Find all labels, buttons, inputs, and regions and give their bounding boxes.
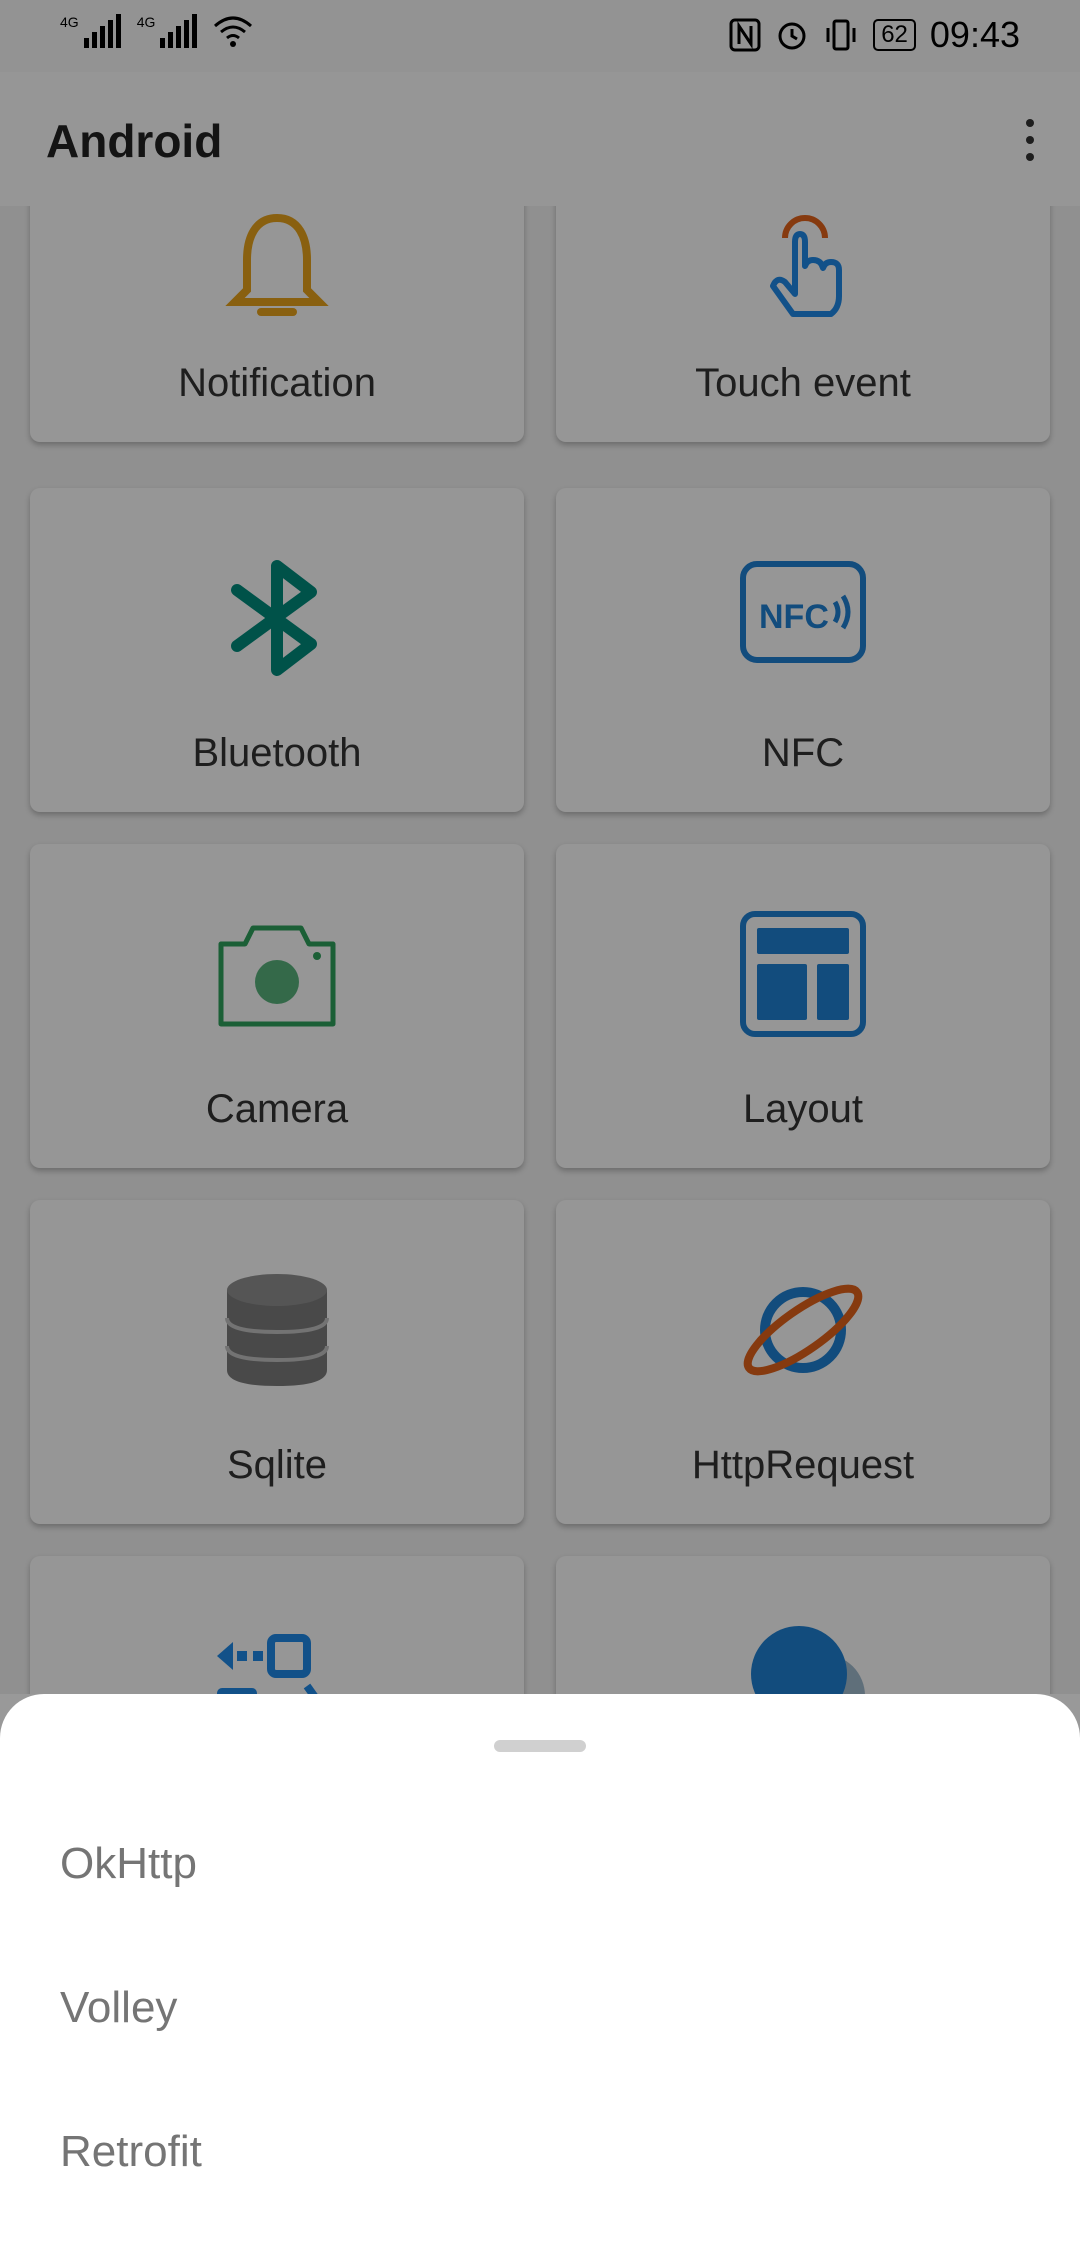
option-retrofit[interactable]: Retrofit — [0, 2080, 1080, 2224]
option-volley[interactable]: Volley — [0, 1936, 1080, 2080]
option-okhttp[interactable]: OkHttp — [0, 1792, 1080, 1936]
sheet-drag-handle[interactable] — [494, 1740, 586, 1752]
bottom-sheet: OkHttp Volley Retrofit — [0, 1694, 1080, 2244]
